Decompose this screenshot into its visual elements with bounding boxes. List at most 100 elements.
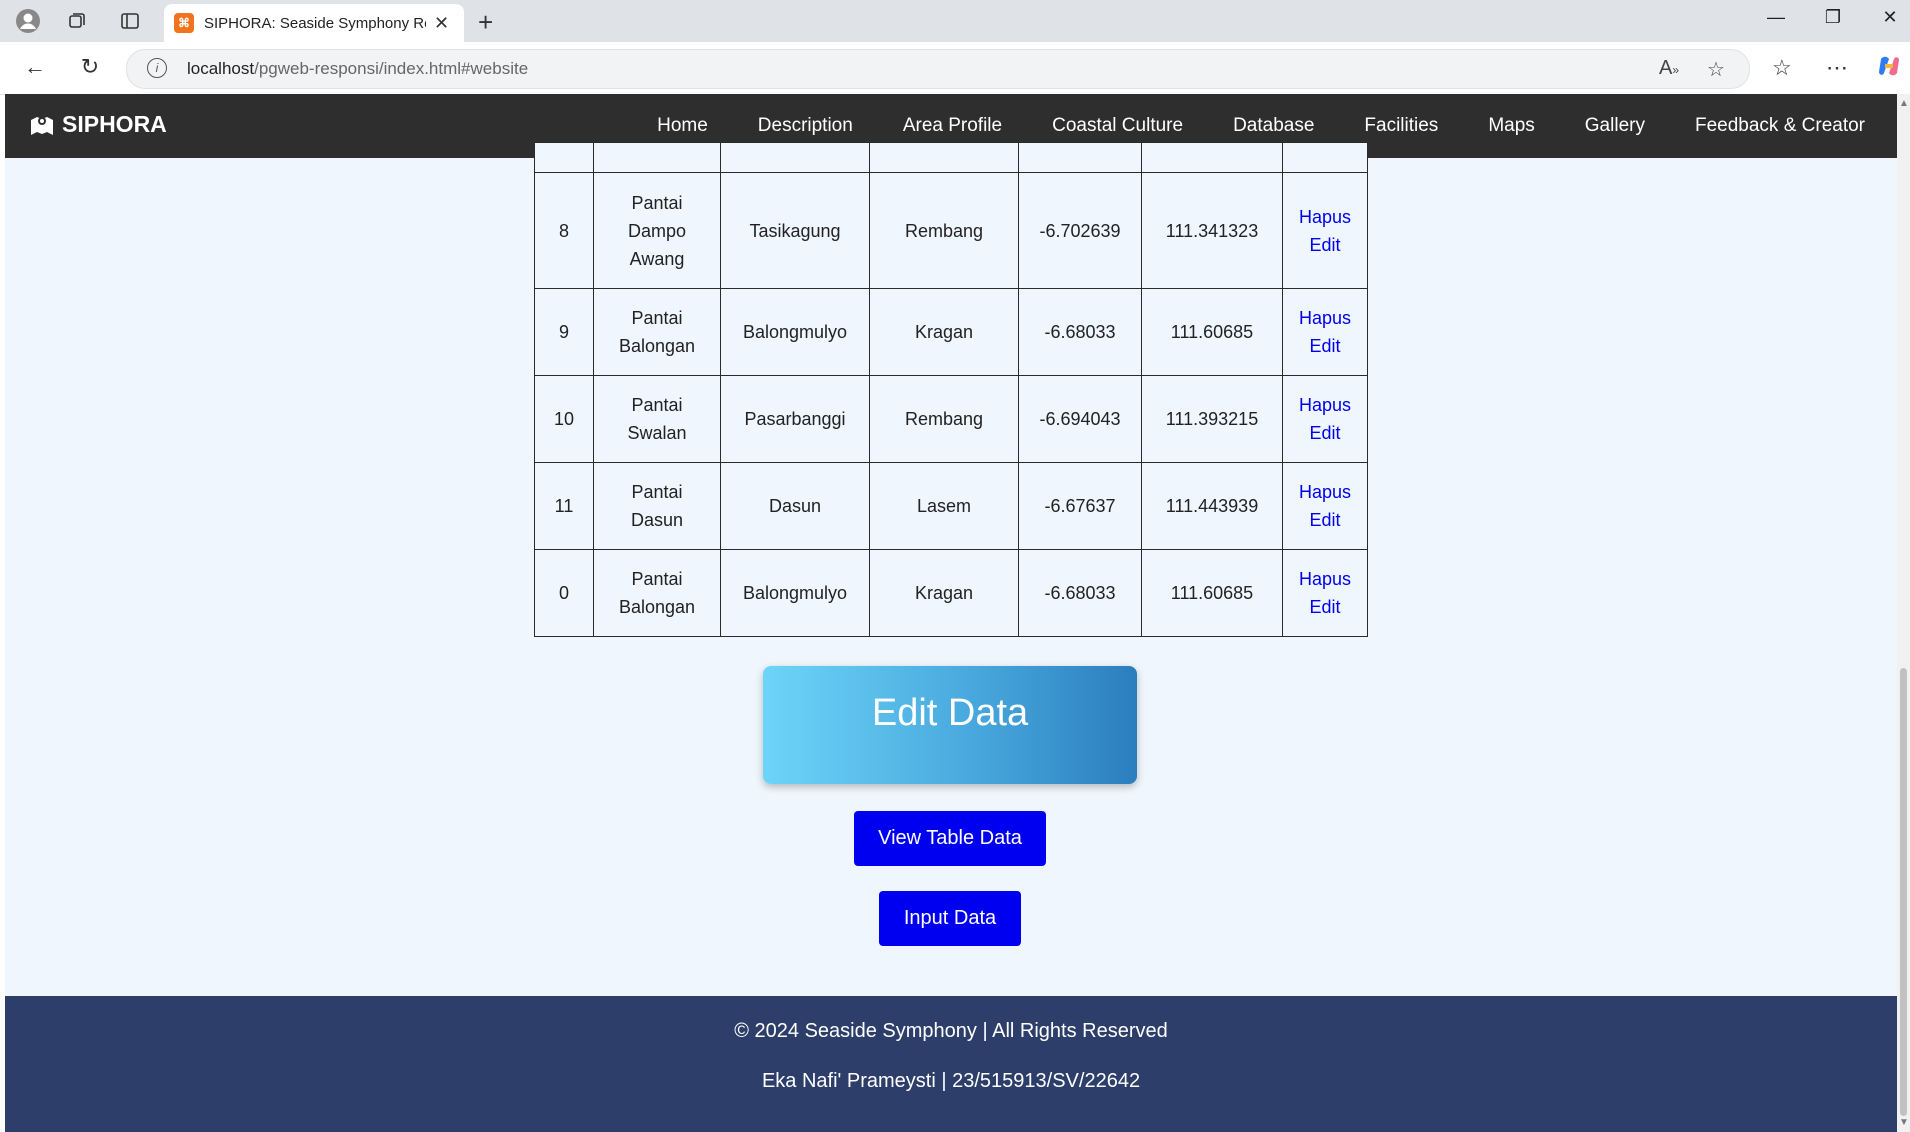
cell-longitude: 111.443939 (1141, 462, 1283, 550)
cell-desa: Tasikagung (720, 172, 870, 289)
delete-link[interactable]: Hapus (1291, 391, 1359, 419)
tab-actions-icon[interactable] (116, 7, 144, 35)
nav-home[interactable]: Home (657, 115, 708, 137)
footer-copyright: © 2024 Seaside Symphony | All Rights Res… (734, 1020, 1168, 1042)
edit-link[interactable]: Edit (1291, 419, 1359, 447)
view-table-data-button[interactable]: View Table Data (854, 811, 1046, 866)
delete-link[interactable]: Hapus (1291, 478, 1359, 506)
url-path: /pgweb-responsi/index.html#website (254, 59, 529, 78)
cell-desa: Balongmulyo (720, 549, 870, 637)
browser-tab-strip: ⌘ SIPHORA: Seaside Symphony Ren ✕ + — ❐ … (0, 0, 1910, 42)
scroll-down-icon[interactable]: ▼ (1899, 1117, 1909, 1128)
cell-no: 11 (534, 462, 594, 550)
brand-logo[interactable]: SIPHORA (30, 111, 167, 138)
cell-actions: Hapus Edit (1282, 375, 1368, 463)
nav-coastal-culture[interactable]: Coastal Culture (1052, 115, 1183, 137)
delete-link[interactable]: Hapus (1291, 203, 1359, 231)
nav-area-profile[interactable]: Area Profile (903, 115, 1002, 137)
scrollbar-thumb[interactable] (1900, 668, 1907, 1116)
url-text: localhost/pgweb-responsi/index.html#webs… (187, 59, 528, 79)
cell-nama: Pantai Dasun (593, 462, 721, 550)
cell-latitude: -6.694043 (1018, 375, 1142, 463)
cell-latitude: -6.68033 (1018, 549, 1142, 637)
cell-latitude: -6.67637 (1018, 462, 1142, 550)
site-info-icon[interactable]: i (147, 58, 167, 78)
edit-link[interactable]: Edit (1291, 332, 1359, 360)
cell-no: 0 (534, 549, 594, 637)
edit-link[interactable]: Edit (1291, 506, 1359, 534)
cell-desa: Dasun (720, 462, 870, 550)
cell-latitude: -6.68033 (1018, 288, 1142, 376)
cell-longitude: 111.60685 (1141, 288, 1283, 376)
cell-kecamatan: Lasem (869, 462, 1019, 550)
address-bar-row: ← ↻ i localhost/pgweb-responsi/index.htm… (0, 42, 1910, 95)
cell-nama: Pantai Dampo Awang (593, 172, 721, 289)
web-page: SIPHORA Home Description Area Profile Co… (5, 94, 1897, 1132)
cell-actions: Hapus Edit (1282, 172, 1368, 289)
map-marker-icon (31, 116, 53, 135)
edit-link[interactable]: Edit (1291, 593, 1359, 621)
copilot-icon[interactable] (1876, 53, 1902, 85)
cell-kecamatan: Rembang (869, 172, 1019, 289)
reload-icon[interactable]: ↻ (75, 54, 105, 80)
page-scrollbar[interactable]: ▲ ▼ (1897, 94, 1910, 1132)
cell-longitude: 111.393215 (1141, 375, 1283, 463)
cell-actions: Hapus Edit (1282, 462, 1368, 550)
cell-nama: Pantai Balongan (593, 288, 721, 376)
favorite-star-icon[interactable]: ☆ (1707, 57, 1725, 82)
table-row-partial (534, 142, 1368, 173)
cell-no: 10 (534, 375, 594, 463)
window-close-icon[interactable]: ✕ (1870, 7, 1910, 28)
workspaces-icon[interactable] (63, 7, 91, 35)
table-row: 11 Pantai Dasun Dasun Lasem -6.67637 111.… (534, 462, 1368, 550)
delete-link[interactable]: Hapus (1291, 304, 1359, 332)
cell-kecamatan: Rembang (869, 375, 1019, 463)
nav-maps[interactable]: Maps (1488, 115, 1534, 137)
nav-facilities[interactable]: Facilities (1364, 115, 1438, 137)
delete-link[interactable]: Hapus (1291, 565, 1359, 593)
restore-icon[interactable]: ❐ (1813, 7, 1853, 28)
cell-no: 8 (534, 172, 594, 289)
active-tab[interactable]: ⌘ SIPHORA: Seaside Symphony Ren ✕ (164, 4, 464, 42)
tab-favicon: ⌘ (174, 13, 194, 33)
table-row: 9 Pantai Balongan Balongmulyo Kragan -6.6… (534, 288, 1368, 376)
close-tab-icon[interactable]: ✕ (434, 13, 449, 34)
nav-gallery[interactable]: Gallery (1585, 115, 1645, 137)
minimize-icon[interactable]: — (1756, 7, 1796, 28)
edit-link[interactable]: Edit (1291, 231, 1359, 259)
profile-icon[interactable] (14, 7, 42, 35)
input-data-button[interactable]: Input Data (879, 891, 1021, 946)
table-row: 10 Pantai Swalan Pasarbanggi Rembang -6.6… (534, 375, 1368, 463)
footer-author: Eka Nafi' Prameysti | 23/515913/SV/22642 (761, 1070, 1141, 1092)
url-field[interactable]: i localhost/pgweb-responsi/index.html#we… (126, 49, 1750, 89)
site-footer: © 2024 Seaside Symphony | All Rights Res… (5, 996, 1897, 1132)
cell-actions: Hapus Edit (1282, 288, 1368, 376)
more-options-icon[interactable]: ⋯ (1826, 55, 1848, 81)
table-row: 0 Pantai Balongan Balongmulyo Kragan -6.6… (534, 549, 1368, 637)
cell-no: 9 (534, 288, 594, 376)
nav-database[interactable]: Database (1233, 115, 1314, 137)
url-host: localhost (187, 59, 255, 78)
cell-kecamatan: Kragan (869, 549, 1019, 637)
edit-data-heading: Edit Data (763, 666, 1137, 784)
scroll-up-icon[interactable]: ▲ (1899, 98, 1909, 109)
cell-nama: Pantai Balongan (593, 549, 721, 637)
cell-nama: Pantai Swalan (593, 375, 721, 463)
nav-description[interactable]: Description (758, 115, 853, 137)
table-row: 8 Pantai Dampo Awang Tasikagung Rembang -6… (534, 172, 1368, 289)
nav-feedback-creator[interactable]: Feedback & Creator (1695, 115, 1865, 137)
cell-kecamatan: Kragan (869, 288, 1019, 376)
read-aloud-icon[interactable]: A» (1659, 57, 1679, 80)
cell-actions: Hapus Edit (1282, 549, 1368, 637)
cell-longitude: 111.60685 (1141, 549, 1283, 637)
brand-name: SIPHORA (62, 111, 167, 137)
new-tab-icon[interactable]: + (478, 7, 493, 38)
back-icon[interactable]: ← (20, 54, 50, 80)
beach-data-table: 8 Pantai Dampo Awang Tasikagung Rembang -6… (534, 142, 1368, 637)
favorites-icon[interactable]: ☆ (1772, 55, 1792, 81)
cell-desa: Pasarbanggi (720, 375, 870, 463)
cell-desa: Balongmulyo (720, 288, 870, 376)
cell-longitude: 111.341323 (1141, 172, 1283, 289)
cell-latitude: -6.702639 (1018, 172, 1142, 289)
tab-title: SIPHORA: Seaside Symphony Ren (204, 14, 426, 32)
